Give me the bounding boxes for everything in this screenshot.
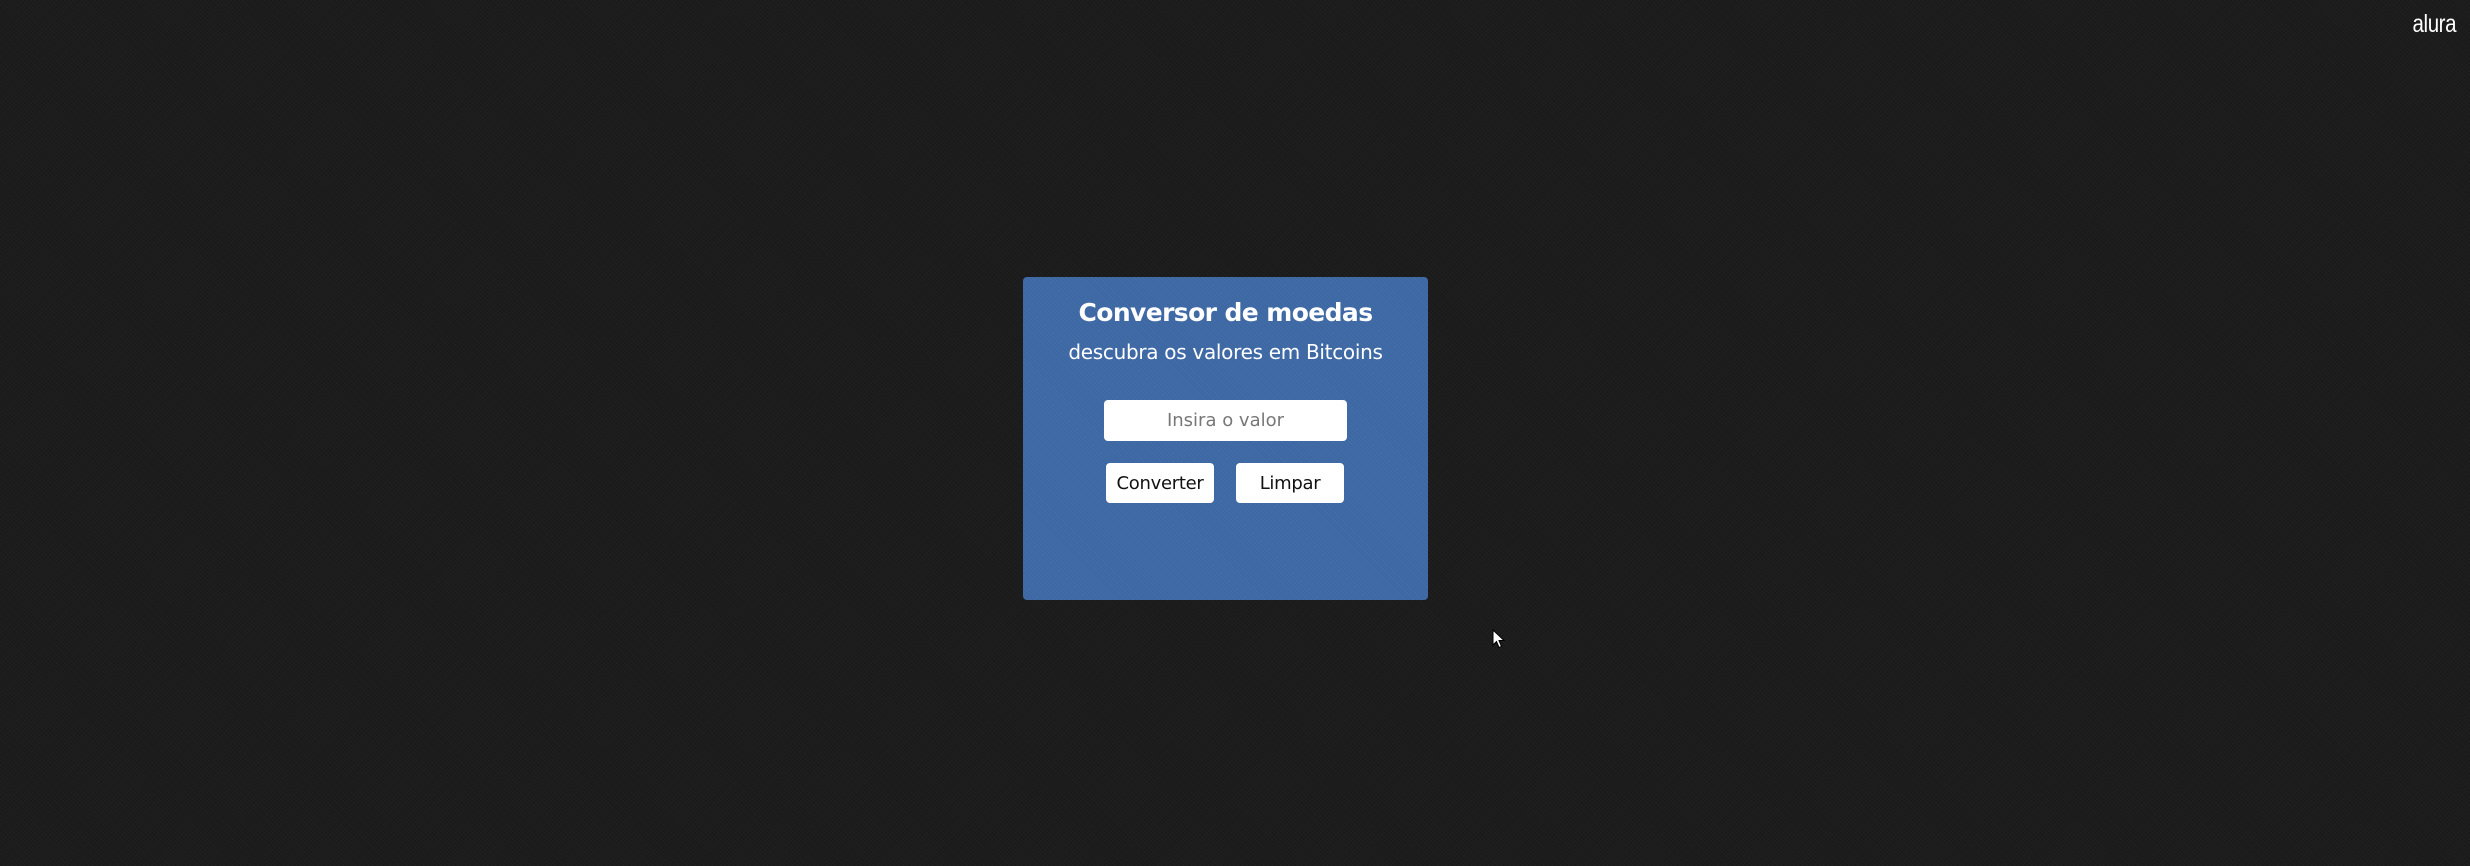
convert-button[interactable]: Converter xyxy=(1106,463,1214,503)
converter-title: Conversor de moedas xyxy=(1078,298,1374,327)
alura-logo: alura xyxy=(2412,10,2456,38)
value-input[interactable] xyxy=(1104,400,1347,441)
mouse-pointer-icon xyxy=(1492,629,1506,649)
clear-button[interactable]: Limpar xyxy=(1236,463,1344,503)
converter-card: Conversor de moedas descubra os valores … xyxy=(1023,277,1428,600)
converter-subtitle: descubra os valores em Bitcoins xyxy=(1068,340,1383,364)
